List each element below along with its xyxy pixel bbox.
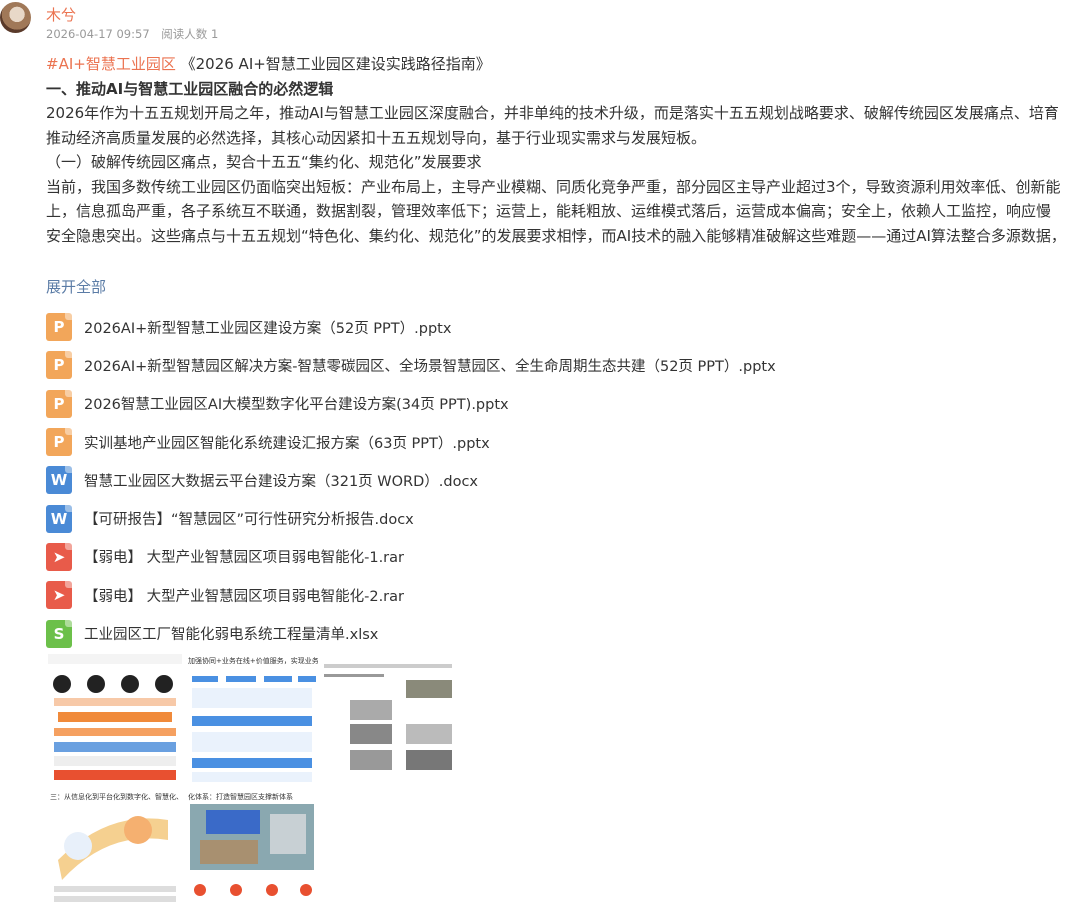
slide-preview [320, 654, 456, 786]
paragraph-line: 2026年作为十五五规划开局之年，推动AI与智慧工业园区深度融合，并非单纯的技术… [46, 104, 1059, 122]
paragraph-line: 安全隐患突出。这些痛点与十五五规划“特色化、集约化、规范化”的发展要求相悖，而A… [46, 226, 1066, 245]
thumbnail-caption: 加强协同+业务在线+价值服务，实现业务闭环 [188, 657, 318, 665]
post-title: 《2026 AI+智慧工业园区建设实践路径指南》 [180, 55, 491, 73]
sub-heading: （一）破解传统园区痛点，契合十五五“集约化、规范化”发展要求 [46, 153, 482, 171]
attachment-name[interactable]: 【可研报告】“智慧园区”可行性研究分析报告.docx [84, 508, 414, 529]
attachment-name[interactable]: 【弱电】 大型产业智慧园区项目弱电智能化-2.rar [84, 585, 404, 606]
archive-file-icon: ➤ [46, 581, 72, 610]
image-grid: 加强协同+业务在线+价值服务，实现业务闭环 三：从信息化到平台化到数字化、智慧化… [48, 654, 458, 912]
image-thumbnail[interactable]: 三：从信息化到平台化到数字化、智慧化、低碳化 [48, 790, 182, 912]
attachment-item[interactable]: W 【可研报告】“智慧园区”可行性研究分析报告.docx [46, 499, 776, 537]
section-heading: 一、推动AI与智慧工业园区融合的必然逻辑 [46, 79, 334, 98]
hashtag-link[interactable]: #AI+智慧工业园区 [46, 55, 176, 73]
attachment-list: P 2026AI+新型智慧工业园区建设方案（52页 PPT）.pptx P 2026… [46, 308, 776, 653]
slide-preview [186, 790, 318, 912]
attachment-item[interactable]: ➤ 【弱电】 大型产业智慧园区项目弱电智能化-1.rar [46, 538, 776, 576]
avatar[interactable] [0, 2, 31, 33]
excel-file-icon: S [46, 619, 72, 648]
slide-preview [186, 668, 318, 786]
paragraph-line: 当前，我国多数传统工业园区仍面临突出短板：产业布局上，主导产业模糊、同质化竞争严… [46, 177, 1061, 196]
post-time: 2026-04-17 09:57 [46, 27, 150, 41]
read-count: 阅读人数 1 [161, 27, 219, 41]
ppt-file-icon: P [46, 313, 72, 342]
attachment-item[interactable]: W 智慧工业园区大数据云平台建设方案（321页 WORD）.docx [46, 461, 776, 499]
attachment-name[interactable]: 2026AI+新型智慧工业园区建设方案（52页 PPT）.pptx [84, 317, 451, 338]
attachment-name[interactable]: 2026AI+新型智慧园区解决方案-智慧零碳园区、全场景智慧园区、全生命周期生态… [84, 355, 776, 376]
slide-preview [48, 654, 182, 786]
truncated-text: 当前，我国多数传统工业园区仍面临突出短板：产业布局上，主导产业模糊、同质化竞争严… [46, 175, 1080, 273]
attachment-name[interactable]: 智慧工业园区大数据云平台建设方案（321页 WORD）.docx [84, 470, 478, 491]
attachment-item[interactable]: P 2026AI+新型智慧园区解决方案-智慧零碳园区、全场景智慧园区、全生命周期生… [46, 346, 776, 384]
word-file-icon: W [46, 466, 72, 495]
attachment-name[interactable]: 2026智慧工业园区AI大模型数字化平台建设方案(34页 PPT).pptx [84, 393, 509, 414]
post-body: #AI+智慧工业园区 《2026 AI+智慧工业园区建设实践路径指南》 一、推动… [46, 52, 1080, 273]
thumbnail-caption: 化体系：打造智慧园区支撑新体系 [188, 793, 293, 801]
image-thumbnail[interactable] [320, 654, 456, 786]
post-title-line: #AI+智慧工业园区 《2026 AI+智慧工业园区建设实践路径指南》 [46, 52, 1080, 77]
paragraph-line: 推动经济高质量发展的必然选择，其核心动因紧扣十五五规划导向，基于行业现实需求与发… [46, 128, 707, 147]
attachment-name[interactable]: 实训基地产业园区智能化系统建设汇报方案（63页 PPT）.pptx [84, 432, 490, 453]
attachment-name[interactable]: 工业园区工厂智能化弱电系统工程量清单.xlsx [84, 623, 378, 644]
attachment-name[interactable]: 【弱电】 大型产业智慧园区项目弱电智能化-1.rar [84, 546, 404, 567]
attachment-item[interactable]: P 实训基地产业园区智能化系统建设汇报方案（63页 PPT）.pptx [46, 423, 776, 461]
archive-file-icon: ➤ [46, 542, 72, 571]
image-thumbnail[interactable]: 加强协同+业务在线+价值服务，实现业务闭环 [186, 654, 318, 786]
username[interactable]: 木兮 [46, 4, 76, 25]
attachment-item[interactable]: P 2026智慧工业园区AI大模型数字化平台建设方案(34页 PPT).pptx [46, 385, 776, 423]
paragraph-line: 上，信息孤岛严重，各子系统互不联通，数据割裂，管理效率低下；运营上，能耗粗放、运… [46, 202, 1052, 220]
thumbnail-caption: 三：从信息化到平台化到数字化、智慧化、低碳化 [50, 793, 182, 801]
ppt-file-icon: P [46, 428, 72, 457]
image-thumbnail[interactable] [48, 654, 182, 786]
ppt-file-icon: P [46, 389, 72, 418]
word-file-icon: W [46, 504, 72, 533]
image-thumbnail[interactable]: 化体系：打造智慧园区支撑新体系 [186, 790, 318, 912]
expand-all-link[interactable]: 展开全部 [46, 276, 106, 297]
attachment-item[interactable]: ➤ 【弱电】 大型产业智慧园区项目弱电智能化-2.rar [46, 576, 776, 614]
attachment-item[interactable]: S 工业园区工厂智能化弱电系统工程量清单.xlsx [46, 614, 776, 652]
ppt-file-icon: P [46, 351, 72, 380]
post-meta: 2026-04-17 09:57 阅读人数 1 [46, 26, 226, 42]
slide-preview [48, 790, 182, 912]
attachment-item[interactable]: P 2026AI+新型智慧工业园区建设方案（52页 PPT）.pptx [46, 308, 776, 346]
